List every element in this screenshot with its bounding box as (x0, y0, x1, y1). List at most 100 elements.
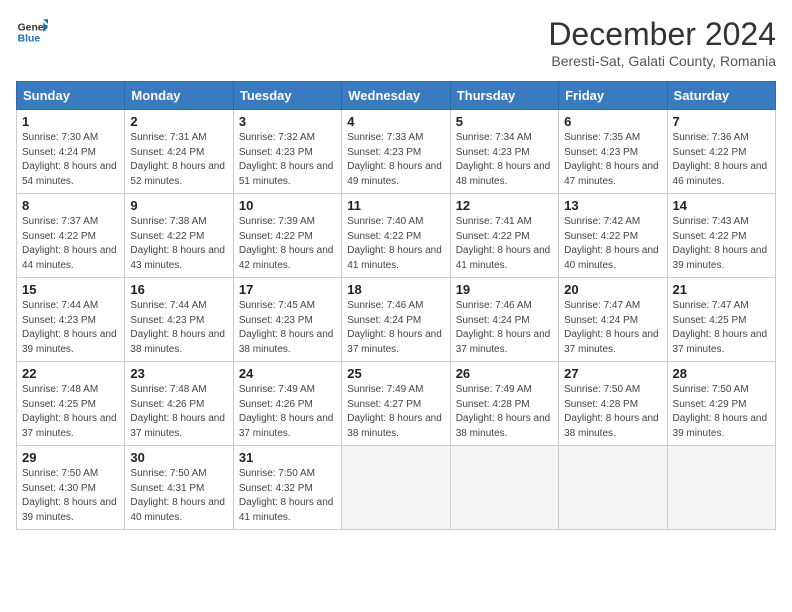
day-info: Sunrise: 7:36 AMSunset: 4:22 PMDaylight:… (673, 131, 770, 189)
page-header: General Blue December 2024 Beresti-Sat, … (16, 16, 776, 69)
calendar-cell: 24 Sunrise: 7:49 AMSunset: 4:26 PMDayligh… (233, 362, 341, 446)
day-info: Sunrise: 7:48 AMSunset: 4:25 PMDaylight:… (22, 383, 119, 441)
calendar-cell: 29 Sunrise: 7:50 AMSunset: 4:30 PMDayligh… (17, 446, 125, 530)
weekday-header-thursday: Thursday (450, 82, 558, 110)
day-number: 4 (347, 114, 444, 129)
calendar-week-1: 1 Sunrise: 7:30 AMSunset: 4:24 PMDaylight… (17, 110, 776, 194)
calendar-week-5: 29 Sunrise: 7:50 AMSunset: 4:30 PMDayligh… (17, 446, 776, 530)
calendar-cell: 31 Sunrise: 7:50 AMSunset: 4:32 PMDayligh… (233, 446, 341, 530)
calendar-cell: 10 Sunrise: 7:39 AMSunset: 4:22 PMDayligh… (233, 194, 341, 278)
day-number: 9 (130, 198, 227, 213)
calendar-cell: 16 Sunrise: 7:44 AMSunset: 4:23 PMDayligh… (125, 278, 233, 362)
calendar-cell: 17 Sunrise: 7:45 AMSunset: 4:23 PMDayligh… (233, 278, 341, 362)
day-info: Sunrise: 7:46 AMSunset: 4:24 PMDaylight:… (347, 299, 444, 357)
svg-text:Blue: Blue (18, 34, 41, 45)
day-number: 3 (239, 114, 336, 129)
calendar-cell: 26 Sunrise: 7:49 AMSunset: 4:28 PMDayligh… (450, 362, 558, 446)
day-number: 23 (130, 366, 227, 381)
day-info: Sunrise: 7:50 AMSunset: 4:32 PMDaylight:… (239, 467, 336, 525)
day-number: 7 (673, 114, 770, 129)
day-number: 14 (673, 198, 770, 213)
calendar-cell: 4 Sunrise: 7:33 AMSunset: 4:23 PMDaylight… (342, 110, 450, 194)
weekday-header-saturday: Saturday (667, 82, 775, 110)
calendar-cell: 20Sunrise: 7:47 AMSunset: 4:24 PMDayligh… (559, 278, 667, 362)
day-info: Sunrise: 7:50 AMSunset: 4:29 PMDaylight:… (673, 383, 770, 441)
day-info: Sunrise: 7:49 AMSunset: 4:28 PMDaylight:… (456, 383, 553, 441)
day-number: 26 (456, 366, 553, 381)
day-info: Sunrise: 7:49 AMSunset: 4:26 PMDaylight:… (239, 383, 336, 441)
calendar-title: December 2024 (548, 16, 776, 53)
calendar-cell (450, 446, 558, 530)
calendar-cell: 30 Sunrise: 7:50 AMSunset: 4:31 PMDayligh… (125, 446, 233, 530)
calendar-cell: 22Sunrise: 7:48 AMSunset: 4:25 PMDayligh… (17, 362, 125, 446)
day-number: 31 (239, 450, 336, 465)
day-info: Sunrise: 7:40 AMSunset: 4:22 PMDaylight:… (347, 215, 444, 273)
calendar-cell: 13 Sunrise: 7:42 AMSunset: 4:22 PMDayligh… (559, 194, 667, 278)
day-info: Sunrise: 7:34 AMSunset: 4:23 PMDaylight:… (456, 131, 553, 189)
calendar-table: SundayMondayTuesdayWednesdayThursdayFrid… (16, 81, 776, 530)
day-number: 1 (22, 114, 119, 129)
calendar-cell: 14Sunrise: 7:43 AMSunset: 4:22 PMDayligh… (667, 194, 775, 278)
calendar-week-4: 22Sunrise: 7:48 AMSunset: 4:25 PMDayligh… (17, 362, 776, 446)
weekday-header-friday: Friday (559, 82, 667, 110)
day-info: Sunrise: 7:39 AMSunset: 4:22 PMDaylight:… (239, 215, 336, 273)
day-info: Sunrise: 7:37 AMSunset: 4:22 PMDaylight:… (22, 215, 119, 273)
calendar-cell: 21 Sunrise: 7:47 AMSunset: 4:25 PMDayligh… (667, 278, 775, 362)
day-number: 19 (456, 282, 553, 297)
day-info: Sunrise: 7:38 AMSunset: 4:22 PMDaylight:… (130, 215, 227, 273)
weekday-header-tuesday: Tuesday (233, 82, 341, 110)
day-number: 5 (456, 114, 553, 129)
day-info: Sunrise: 7:50 AMSunset: 4:30 PMDaylight:… (22, 467, 119, 525)
calendar-cell: 2Sunrise: 7:31 AMSunset: 4:24 PMDaylight… (125, 110, 233, 194)
calendar-week-3: 15 Sunrise: 7:44 AMSunset: 4:23 PMDayligh… (17, 278, 776, 362)
weekday-header-sunday: Sunday (17, 82, 125, 110)
day-number: 8 (22, 198, 119, 213)
day-number: 18 (347, 282, 444, 297)
calendar-cell: 28 Sunrise: 7:50 AMSunset: 4:29 PMDayligh… (667, 362, 775, 446)
day-info: Sunrise: 7:50 AMSunset: 4:31 PMDaylight:… (130, 467, 227, 525)
calendar-cell: 18 Sunrise: 7:46 AMSunset: 4:24 PMDayligh… (342, 278, 450, 362)
calendar-cell: 5 Sunrise: 7:34 AMSunset: 4:23 PMDaylight… (450, 110, 558, 194)
logo: General Blue (16, 16, 48, 48)
day-number: 24 (239, 366, 336, 381)
calendar-cell (342, 446, 450, 530)
day-info: Sunrise: 7:49 AMSunset: 4:27 PMDaylight:… (347, 383, 444, 441)
day-info: Sunrise: 7:44 AMSunset: 4:23 PMDaylight:… (22, 299, 119, 357)
calendar-cell: 1 Sunrise: 7:30 AMSunset: 4:24 PMDaylight… (17, 110, 125, 194)
calendar-cell (559, 446, 667, 530)
day-number: 6 (564, 114, 661, 129)
day-number: 17 (239, 282, 336, 297)
day-number: 12 (456, 198, 553, 213)
day-info: Sunrise: 7:42 AMSunset: 4:22 PMDaylight:… (564, 215, 661, 273)
day-number: 10 (239, 198, 336, 213)
calendar-subtitle: Beresti-Sat, Galati County, Romania (548, 53, 776, 69)
day-number: 21 (673, 282, 770, 297)
calendar-cell: 15 Sunrise: 7:44 AMSunset: 4:23 PMDayligh… (17, 278, 125, 362)
day-info: Sunrise: 7:31 AMSunset: 4:24 PMDaylight:… (130, 131, 227, 189)
day-number: 15 (22, 282, 119, 297)
calendar-cell: 11Sunrise: 7:40 AMSunset: 4:22 PMDayligh… (342, 194, 450, 278)
day-info: Sunrise: 7:41 AMSunset: 4:22 PMDaylight:… (456, 215, 553, 273)
calendar-cell: 27Sunrise: 7:50 AMSunset: 4:28 PMDayligh… (559, 362, 667, 446)
day-info: Sunrise: 7:30 AMSunset: 4:24 PMDaylight:… (22, 131, 119, 189)
calendar-cell: 25 Sunrise: 7:49 AMSunset: 4:27 PMDayligh… (342, 362, 450, 446)
calendar-cell: 3Sunrise: 7:32 AMSunset: 4:23 PMDaylight… (233, 110, 341, 194)
day-number: 16 (130, 282, 227, 297)
day-number: 25 (347, 366, 444, 381)
day-number: 28 (673, 366, 770, 381)
day-info: Sunrise: 7:45 AMSunset: 4:23 PMDaylight:… (239, 299, 336, 357)
logo-icon: General Blue (16, 16, 48, 48)
day-info: Sunrise: 7:47 AMSunset: 4:25 PMDaylight:… (673, 299, 770, 357)
calendar-cell: 8 Sunrise: 7:37 AMSunset: 4:22 PMDaylight… (17, 194, 125, 278)
day-number: 13 (564, 198, 661, 213)
day-info: Sunrise: 7:47 AMSunset: 4:24 PMDaylight:… (564, 299, 661, 357)
day-info: Sunrise: 7:33 AMSunset: 4:23 PMDaylight:… (347, 131, 444, 189)
calendar-week-2: 8 Sunrise: 7:37 AMSunset: 4:22 PMDaylight… (17, 194, 776, 278)
day-number: 30 (130, 450, 227, 465)
day-info: Sunrise: 7:48 AMSunset: 4:26 PMDaylight:… (130, 383, 227, 441)
weekday-header-monday: Monday (125, 82, 233, 110)
day-info: Sunrise: 7:44 AMSunset: 4:23 PMDaylight:… (130, 299, 227, 357)
calendar-cell (667, 446, 775, 530)
day-number: 29 (22, 450, 119, 465)
calendar-cell: 19Sunrise: 7:46 AMSunset: 4:24 PMDayligh… (450, 278, 558, 362)
